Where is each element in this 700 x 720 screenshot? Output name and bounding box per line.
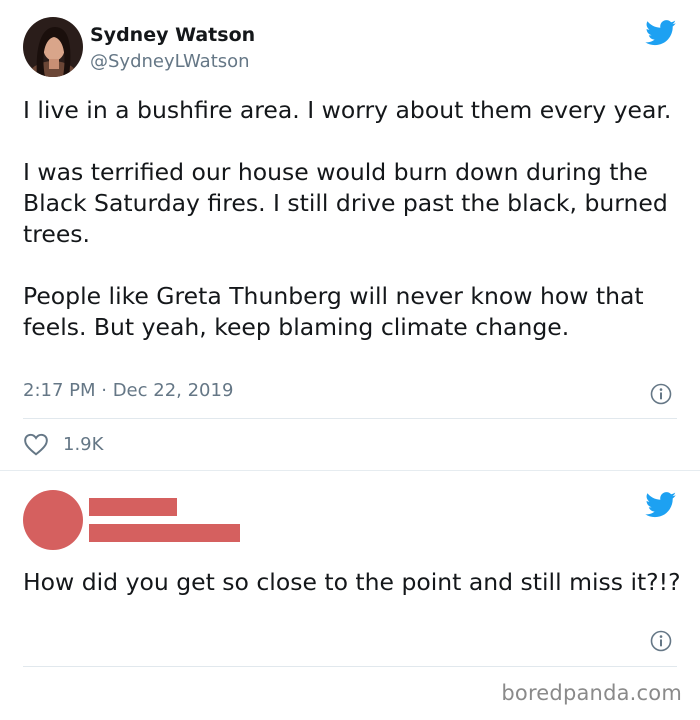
heart-icon: [24, 433, 48, 456]
reply-text: How did you get so close to the point an…: [23, 568, 681, 596]
tweet-paragraph: People like Greta Thunberg will never kn…: [23, 282, 644, 341]
avatar[interactable]: [23, 17, 83, 77]
tweet-paragraph: I was terrified our house would burn dow…: [23, 158, 668, 248]
redacted-author-name: [89, 498, 177, 516]
author-name[interactable]: Sydney Watson: [90, 24, 255, 46]
tweet-card-1: Sydney Watson @SydneyLWatson I live in a…: [0, 0, 700, 471]
info-icon[interactable]: [650, 630, 672, 652]
twitter-bird-icon[interactable]: [645, 20, 677, 46]
author-handle[interactable]: @SydneyLWatson: [90, 51, 250, 72]
avatar-photo: [23, 17, 83, 77]
timestamp[interactable]: 2:17 PM · Dec 22, 2019: [23, 380, 233, 401]
like-button[interactable]: 1.9K: [23, 430, 103, 458]
like-count: 1.9K: [63, 433, 104, 455]
tweet-paragraph: I live in a bushfire area. I worry about…: [23, 96, 672, 124]
redacted-author-handle: [89, 524, 240, 542]
tweet-text: I live in a bushfire area. I worry about…: [23, 95, 683, 343]
info-icon[interactable]: [650, 383, 672, 405]
twitter-bird-icon[interactable]: [645, 492, 677, 518]
watermark: boredpanda.com: [501, 681, 682, 705]
divider: [23, 666, 677, 667]
redacted-avatar: [23, 490, 83, 550]
divider: [23, 418, 677, 419]
